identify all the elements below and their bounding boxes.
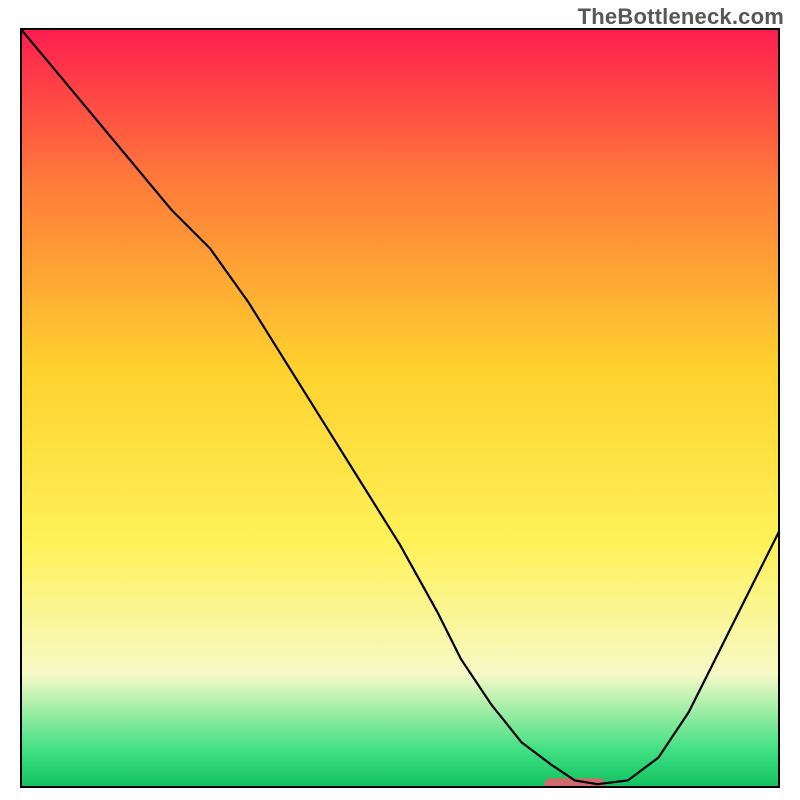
watermark-text: TheBottleneck.com [578,4,784,30]
chart-svg [20,28,780,788]
chart-area [20,28,780,788]
gradient-background [20,28,780,788]
